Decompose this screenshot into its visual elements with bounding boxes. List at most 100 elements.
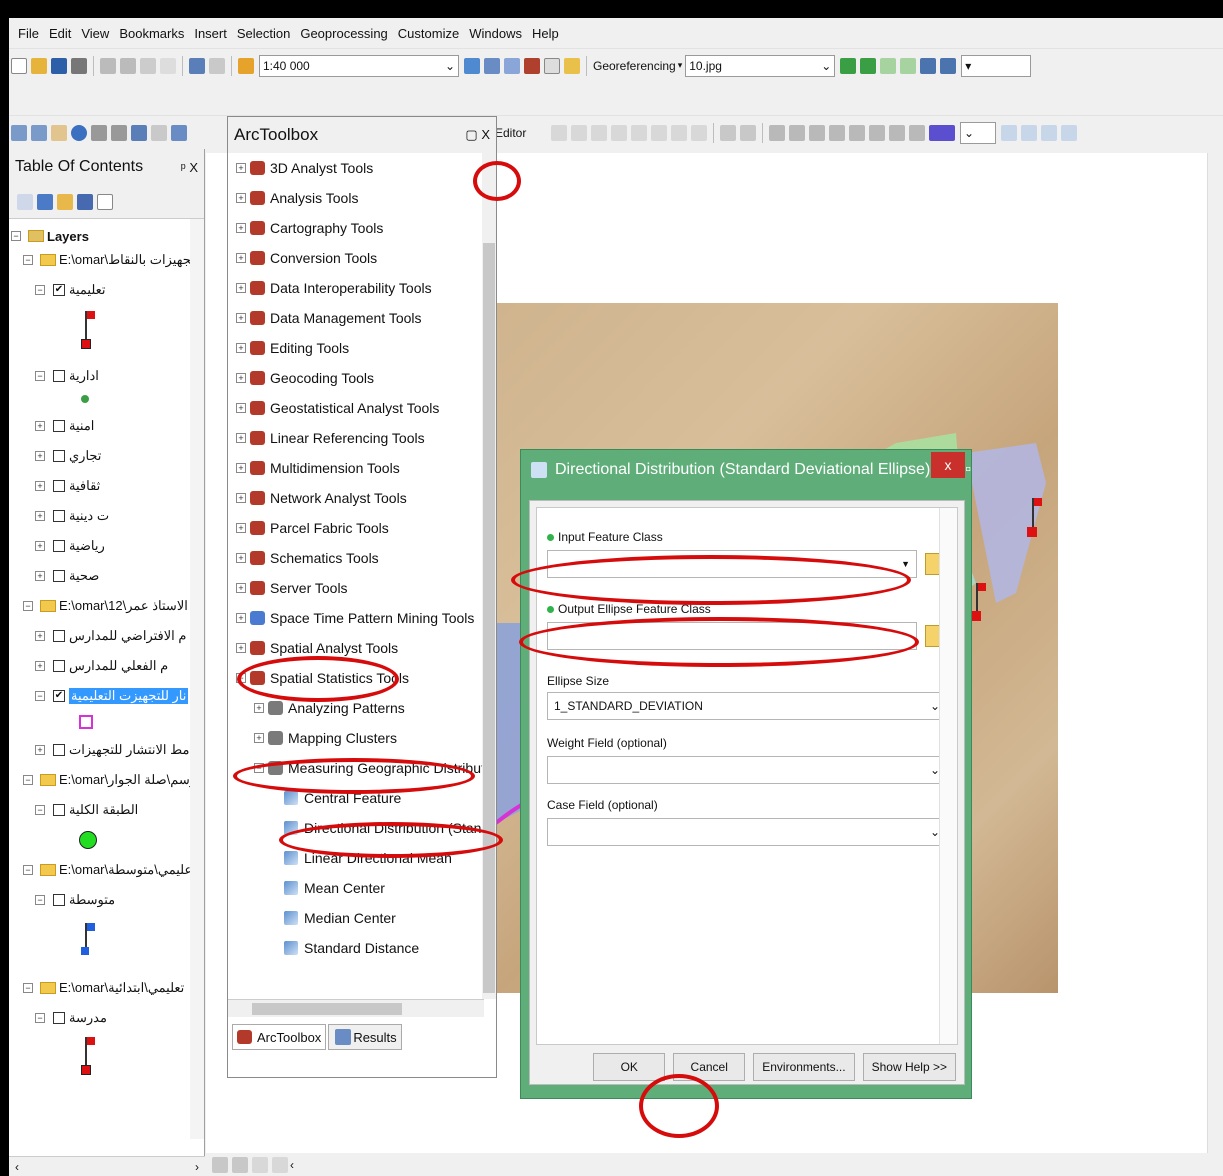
layer-visibility-checkbox[interactable]: ✔ bbox=[53, 690, 65, 702]
toc-layer[interactable]: + م الفعلي للمدارس bbox=[35, 655, 168, 677]
toc-group[interactable]: − E:\omar\تجهيزات بالنقاط bbox=[23, 249, 195, 271]
layout-zoom-combo[interactable]: ⌄ bbox=[960, 121, 996, 144]
zoom-out-icon[interactable] bbox=[31, 124, 47, 141]
python-window-icon[interactable] bbox=[544, 57, 560, 74]
expand-icon[interactable]: + bbox=[236, 493, 246, 503]
fixed-zoom-out-icon[interactable] bbox=[111, 124, 127, 141]
expand-icon[interactable]: + bbox=[35, 511, 45, 521]
expand-icon[interactable]: + bbox=[236, 433, 246, 443]
cancel-button[interactable]: Cancel bbox=[673, 1053, 746, 1081]
topology-edit-icon[interactable] bbox=[740, 124, 756, 141]
layers-frame[interactable]: − Layers bbox=[11, 225, 89, 247]
collapse-icon[interactable]: − bbox=[236, 673, 246, 683]
toc-layer[interactable]: − الطبقة الكلية bbox=[35, 799, 138, 821]
layout-tool-icon[interactable] bbox=[849, 124, 865, 141]
layer-visibility-checkbox[interactable] bbox=[53, 510, 65, 522]
expand-icon[interactable]: + bbox=[35, 631, 45, 641]
pause-drawing-icon[interactable] bbox=[272, 1156, 288, 1173]
toolbox-item[interactable]: + Multidimension Tools bbox=[236, 453, 400, 483]
menu-customize[interactable]: Customize bbox=[393, 26, 464, 41]
panel-vertical-scrollbar[interactable] bbox=[939, 508, 957, 1044]
toolbox-item[interactable]: + Cartography Tools bbox=[236, 213, 383, 243]
layout-tool-icon[interactable] bbox=[889, 124, 905, 141]
toc-pin-close[interactable]: ᵖ X bbox=[181, 160, 198, 175]
collapse-icon[interactable]: − bbox=[35, 691, 45, 701]
window-controls[interactable]: ▢ X bbox=[465, 127, 490, 143]
arctoolbox-icon[interactable] bbox=[524, 57, 540, 74]
toc-layer[interactable]: + تجاري bbox=[35, 445, 101, 467]
edit-tool-icon[interactable] bbox=[551, 124, 567, 141]
scale-combo[interactable]: 1:40 000 ⌄ bbox=[259, 54, 459, 77]
toolbox-item[interactable]: + Spatial Analyst Tools bbox=[236, 633, 398, 663]
expand-icon[interactable]: + bbox=[35, 421, 45, 431]
toolbox-item[interactable]: + Server Tools bbox=[236, 573, 348, 603]
layout-tool-icon[interactable] bbox=[809, 124, 825, 141]
menu-edit[interactable]: Edit bbox=[44, 26, 76, 41]
full-extent-icon[interactable] bbox=[71, 124, 87, 141]
expand-icon[interactable]: + bbox=[254, 733, 264, 743]
zoom-in-icon[interactable] bbox=[11, 124, 27, 141]
toc-vertical-scrollbar[interactable] bbox=[190, 219, 204, 1139]
collapse-icon[interactable]: − bbox=[35, 285, 45, 295]
toolbox-item[interactable]: + Editing Tools bbox=[236, 333, 349, 363]
straight-segment-icon[interactable] bbox=[591, 124, 607, 141]
toc-layer[interactable]: − متوسطة bbox=[35, 889, 115, 911]
menu-file[interactable]: File bbox=[13, 26, 44, 41]
toolbox-item[interactable]: + Data Interoperability Tools bbox=[236, 273, 432, 303]
toolbox-item[interactable]: + Space Time Pattern Mining Tools bbox=[236, 603, 474, 633]
expand-icon[interactable]: + bbox=[236, 313, 246, 323]
toolbox-item[interactable]: + Geocoding Tools bbox=[236, 363, 374, 393]
collapse-icon[interactable]: − bbox=[23, 601, 33, 611]
menu-help[interactable]: Help bbox=[527, 26, 564, 41]
tool-item-selected[interactable]: Directional Distribution (Standard De bbox=[284, 813, 484, 843]
ok-button[interactable]: OK bbox=[593, 1053, 666, 1081]
map-horizontal-scrollbar[interactable]: ‹ bbox=[206, 1153, 1223, 1176]
toolbox-horizontal-scrollbar[interactable] bbox=[228, 999, 484, 1017]
weight-field-select[interactable]: ⌄ bbox=[547, 756, 947, 784]
toc-layer[interactable]: + رياضية bbox=[35, 535, 105, 557]
tab-arctoolbox[interactable]: ArcToolbox bbox=[232, 1024, 327, 1050]
sketch-properties-icon[interactable] bbox=[691, 124, 707, 141]
expand-icon[interactable]: + bbox=[236, 223, 246, 233]
show-help-button[interactable]: Show Help >> bbox=[862, 1053, 956, 1081]
pan-icon[interactable] bbox=[51, 124, 67, 141]
editor-menu[interactable]: Editor bbox=[495, 126, 526, 140]
scroll-left-icon[interactable]: ‹ bbox=[15, 1160, 19, 1174]
output-ellipse-feature-class-field[interactable] bbox=[547, 622, 917, 650]
scroll-right-icon[interactable]: › bbox=[195, 1160, 199, 1174]
scrollbar-thumb[interactable] bbox=[252, 1003, 402, 1015]
rotate-tool-icon[interactable] bbox=[651, 124, 667, 141]
fixed-zoom-in-icon[interactable] bbox=[91, 124, 107, 141]
cut-icon[interactable] bbox=[100, 57, 116, 74]
toc-group[interactable]: − E:\omar\رسم\صلة الجوار bbox=[23, 769, 196, 791]
expand-icon[interactable]: + bbox=[236, 343, 246, 353]
toolbox-item[interactable]: + Analysis Tools bbox=[236, 183, 358, 213]
map-vertical-scrollbar[interactable] bbox=[1207, 153, 1223, 1153]
layer-visibility-checkbox[interactable] bbox=[53, 804, 65, 816]
toc-group[interactable]: − E:\omar\تعليمي\ابتدائية bbox=[23, 977, 184, 999]
menu-geoprocessing[interactable]: Geoprocessing bbox=[295, 26, 392, 41]
layout-tool-icon[interactable] bbox=[869, 124, 885, 141]
layer-visibility-checkbox[interactable] bbox=[53, 1012, 65, 1024]
add-data-icon[interactable] bbox=[238, 57, 254, 74]
collapse-icon[interactable]: − bbox=[23, 255, 33, 265]
toc-layer[interactable]: + ثقافية bbox=[35, 475, 100, 497]
maximize-icon[interactable]: ▫ bbox=[965, 461, 971, 479]
toolset-item[interactable]: + Mapping Clusters bbox=[254, 723, 397, 753]
add-control-points-icon[interactable] bbox=[840, 57, 857, 74]
list-by-visibility-icon[interactable] bbox=[57, 193, 73, 210]
expand-icon[interactable]: + bbox=[236, 163, 246, 173]
layer-visibility-checkbox[interactable]: ✔ bbox=[53, 284, 65, 296]
tool-item[interactable]: Central Feature bbox=[284, 783, 401, 813]
data-driven-pages-icon[interactable] bbox=[1061, 124, 1077, 141]
layer-visibility-checkbox[interactable] bbox=[53, 540, 65, 552]
options-icon[interactable] bbox=[97, 193, 113, 210]
toolbox-item[interactable]: + Geostatistical Analyst Tools bbox=[236, 393, 439, 423]
toolbox-item[interactable]: + Linear Referencing Tools bbox=[236, 423, 425, 453]
toc-layer[interactable]: + صحية bbox=[35, 565, 99, 587]
layout-tool-icon[interactable] bbox=[829, 124, 845, 141]
open-icon[interactable] bbox=[31, 57, 47, 74]
toolset-item-expanded[interactable]: − Measuring Geographic Distributions bbox=[254, 753, 484, 783]
data-view-icon[interactable] bbox=[212, 1156, 228, 1173]
georeferencing-menu[interactable]: Georeferencing bbox=[593, 59, 676, 73]
